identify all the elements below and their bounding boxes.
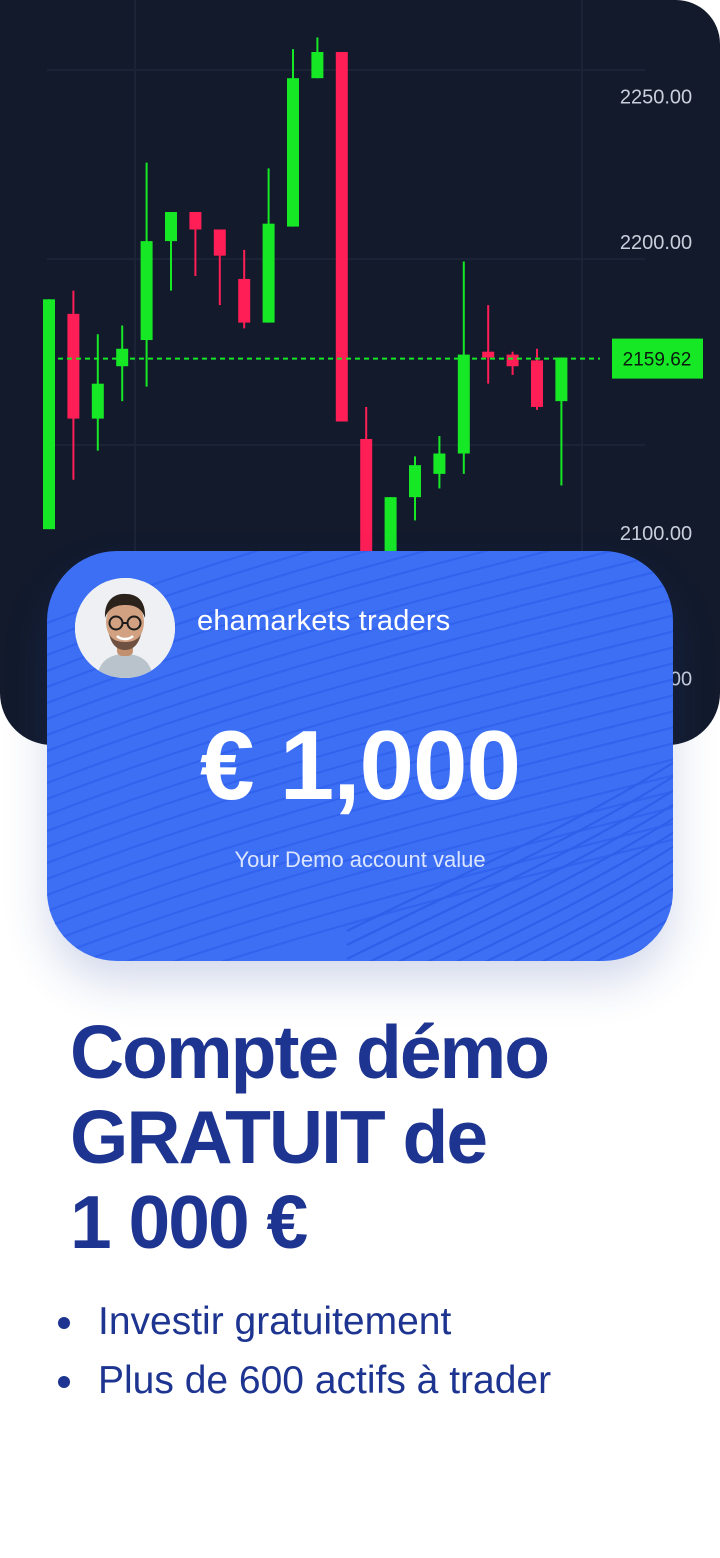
candle-body — [189, 212, 202, 230]
candle-body — [482, 351, 495, 358]
promo-headline: Compte démo GRATUIT de 1 000 € — [70, 1010, 690, 1265]
wave-line — [644, 943, 673, 961]
candle-down — [67, 290, 80, 480]
feature-item-text: Investir gratuitement — [98, 1300, 452, 1343]
candle-down — [482, 305, 495, 384]
demo-balance-amount: € 1,000 — [200, 710, 521, 820]
candle-up — [457, 261, 470, 474]
feature-item-text: Plus de 600 actifs à trader — [98, 1359, 552, 1402]
candle-down — [238, 249, 251, 329]
candle-body — [311, 52, 324, 79]
candle-body — [335, 52, 348, 422]
candle-down — [189, 212, 202, 277]
candle-up — [262, 168, 275, 323]
candle-up — [311, 37, 324, 79]
headline-line-1: Compte démo — [70, 1010, 550, 1094]
candle-body — [433, 453, 446, 474]
avatar — [75, 578, 175, 678]
candle-down — [506, 351, 519, 375]
candle-body — [116, 348, 129, 367]
bullet-dot-icon — [58, 1376, 70, 1388]
price-axis-label: 2250.00 — [620, 87, 692, 109]
candle-down — [335, 52, 348, 422]
candle-down — [213, 229, 226, 306]
candle-body — [531, 360, 543, 407]
candle-body — [409, 465, 421, 498]
candle-body — [67, 313, 80, 419]
demo-balance-caption: Your Demo account value — [234, 847, 486, 872]
feature-item: Investir gratuitement — [58, 1292, 551, 1351]
candle-body — [213, 229, 226, 256]
candle-up — [43, 299, 55, 530]
price-axis-label: 2200.00 — [620, 232, 692, 254]
candle-body — [555, 357, 568, 402]
candle-body — [140, 241, 153, 341]
candle-body — [457, 354, 470, 454]
headline-line-3: 1 000 € — [70, 1180, 308, 1264]
candle-body — [165, 212, 177, 242]
account-holder-name: ehamarkets traders — [197, 605, 451, 637]
candle-up — [555, 357, 568, 486]
feature-item: Plus de 600 actifs à trader — [58, 1351, 551, 1410]
candle-body — [91, 383, 104, 419]
wave-line — [124, 806, 673, 961]
candle-body — [238, 278, 251, 323]
bullet-dot-icon — [58, 1317, 70, 1329]
candle-up — [433, 436, 446, 489]
candle-up — [91, 334, 104, 451]
candle-up — [116, 325, 129, 402]
candle-body — [43, 299, 55, 530]
candle-up — [409, 456, 421, 521]
candle-body — [506, 354, 519, 367]
candle-body — [287, 78, 299, 227]
candle-body — [262, 223, 275, 323]
candle-up — [140, 162, 153, 387]
feature-list: Investir gratuitement Plus de 600 actifs… — [58, 1292, 551, 1410]
candle-up — [287, 49, 299, 227]
price-axis-label: 2100.00 — [620, 523, 692, 545]
candle-up — [165, 212, 177, 291]
headline-line-2: GRATUIT de — [70, 1095, 488, 1179]
current-price-label: 2159.62 — [623, 350, 692, 371]
demo-account-card: ehamarkets traders € 1,000 Your Demo acc… — [47, 551, 673, 961]
avatar-portrait-icon — [75, 578, 175, 678]
